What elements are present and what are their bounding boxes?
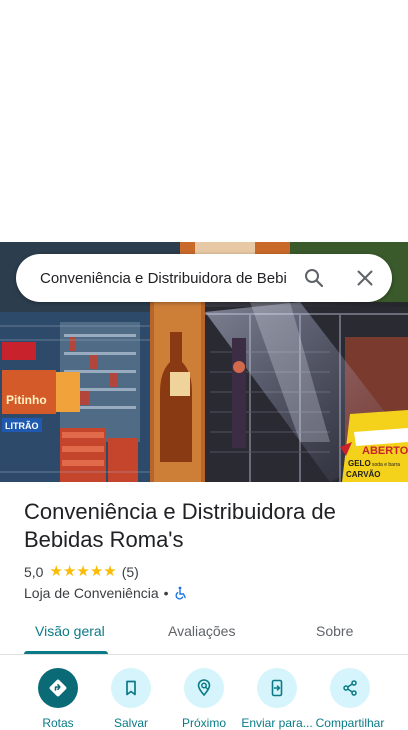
directions-button[interactable]: Rotas — [21, 668, 95, 730]
search-icon[interactable] — [302, 266, 326, 290]
directions-label: Rotas — [42, 716, 74, 730]
star-icon: ★ — [62, 563, 77, 580]
bookmark-icon — [111, 668, 151, 708]
place-title: Conveniência e Distribuidora de Bebidas … — [24, 499, 336, 552]
sign-gelo-sub: soda e barra — [372, 462, 400, 468]
blank-map-area — [0, 0, 408, 242]
send-to-phone-icon — [257, 668, 297, 708]
star-icon: ★ — [89, 563, 104, 580]
tab-overview[interactable]: Visão geral — [35, 616, 105, 654]
save-label: Salvar — [113, 716, 148, 730]
star-icon: ★ — [49, 563, 63, 580]
action-buttons: Rotas Salvar Próximo Enviar para... Comp… — [0, 668, 408, 730]
send-to-phone-button[interactable]: Enviar para... — [240, 668, 314, 730]
sign-carvao: CARVÃO — [346, 470, 381, 479]
rating-stars: ★ ★ ★ ★ ★ — [49, 564, 116, 580]
tab-reviews[interactable]: Avaliações — [168, 616, 235, 654]
place-details-panel: Conveniência e Distribuidora de Bebidas … — [0, 482, 408, 730]
place-category: Loja de Conveniência — [24, 585, 159, 601]
send-to-phone-label: Enviar para... — [241, 716, 313, 730]
sign-aberto: ABERTO — [362, 445, 408, 457]
nearby-icon — [184, 668, 224, 708]
star-icon: ★ — [76, 563, 90, 580]
nearby-label: Próximo — [181, 716, 226, 730]
rating-value: 5,0 — [24, 564, 44, 580]
tab-about[interactable]: Sobre — [316, 616, 353, 654]
separator-dot: • — [163, 585, 169, 601]
share-icon — [330, 668, 370, 708]
sign-litrao: LITRÃO — [5, 421, 39, 431]
active-tab-indicator — [24, 651, 108, 654]
star-icon: ★ — [103, 563, 117, 580]
save-button[interactable]: Salvar — [94, 668, 168, 730]
review-count[interactable]: (5) — [122, 564, 139, 580]
share-label: Compartilhar — [315, 716, 385, 730]
rating-row[interactable]: 5,0 ★ ★ ★ ★ ★ (5) — [24, 562, 139, 582]
search-bar[interactable]: Conveniência e Distribuidora de Bebidas … — [16, 254, 392, 302]
search-input[interactable]: Conveniência e Distribuidora de Bebidas … — [40, 270, 286, 287]
directions-icon — [38, 668, 78, 708]
wheelchair-icon[interactable] — [174, 586, 188, 600]
sign-pitinho: Pitinho — [6, 393, 47, 407]
share-button[interactable]: Compartilhar — [313, 668, 387, 730]
sign-gelo: GELO — [348, 459, 371, 468]
category-row: Loja de Conveniência • — [24, 583, 188, 603]
tab-bar: Visão geral Avaliações Sobre — [0, 616, 408, 655]
close-icon[interactable] — [353, 266, 377, 290]
nearby-button[interactable]: Próximo — [167, 668, 241, 730]
